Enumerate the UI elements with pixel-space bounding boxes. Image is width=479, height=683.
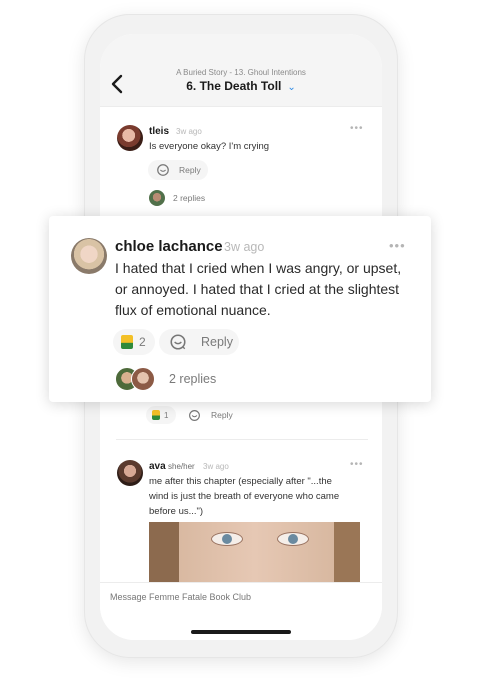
- page-title: 6. The Death Toll: [186, 79, 282, 93]
- featured-comment-card: chloe lachance 3w ago ••• I hated that I…: [49, 216, 431, 402]
- photo-hair: [149, 522, 179, 582]
- more-icon[interactable]: •••: [389, 238, 406, 253]
- comment-pronouns: she/her: [168, 462, 195, 471]
- comment-time: 3w ago: [176, 127, 202, 136]
- view-replies-button[interactable]: 2 replies: [115, 366, 216, 392]
- comment-username[interactable]: tleis: [149, 126, 169, 137]
- reply-button[interactable]: Reply: [188, 406, 233, 424]
- reply-icon: [189, 409, 200, 421]
- comment-text-line: flux of emotional nuance.: [115, 302, 271, 318]
- photo-iris: [288, 534, 298, 544]
- reaction-count: 2: [139, 335, 146, 349]
- reply-avatar: [131, 367, 155, 391]
- reply-icon: [157, 164, 169, 176]
- avatar[interactable]: [71, 238, 107, 274]
- comment-text-line: wind is just the breath of everyone who …: [149, 491, 340, 502]
- comment-text-line: or annoyed. I hated that I cried at the …: [115, 281, 400, 297]
- comment-text-line: before us..."): [149, 506, 204, 517]
- replies-count: 2 replies: [173, 193, 206, 203]
- photo-eye: [277, 532, 309, 546]
- reply-avatar: [149, 190, 165, 206]
- reply-icon: [170, 334, 186, 350]
- reaction-count: 1: [164, 410, 169, 420]
- comment-time: 3w ago: [203, 462, 229, 471]
- more-icon[interactable]: •••: [350, 123, 364, 134]
- top-bar: A Buried Story - 13. Ghoul Intentions 6.…: [100, 34, 382, 107]
- comment-time: 3w ago: [224, 240, 265, 254]
- comment-text-line: I hated that I cried when I was angry, o…: [115, 260, 402, 276]
- reply-button[interactable]: Reply: [148, 160, 208, 180]
- photo-hair: [334, 522, 360, 582]
- dropdown-chevron-icon: ⌄: [287, 82, 296, 93]
- comment-username[interactable]: chloe lachance: [115, 238, 223, 255]
- home-indicator: [191, 630, 291, 634]
- part-title-dropdown[interactable]: 6. The Death Toll ⌄: [100, 79, 382, 93]
- comment-text-line: me after this chapter (especially after …: [149, 476, 332, 487]
- avatar[interactable]: [117, 125, 143, 151]
- clap-icon: [152, 410, 160, 420]
- replies-count: 2 replies: [169, 372, 217, 386]
- more-icon[interactable]: •••: [350, 459, 364, 470]
- comment-text: Is everyone okay? I'm crying: [149, 141, 270, 152]
- reply-label: Reply: [211, 410, 233, 420]
- divider: [116, 439, 368, 440]
- attached-photo[interactable]: [149, 522, 360, 582]
- reply-button[interactable]: Reply: [159, 329, 239, 355]
- clap-reaction-button[interactable]: 1: [146, 406, 176, 424]
- clap-reaction-button[interactable]: 2: [113, 329, 155, 355]
- reply-label: Reply: [201, 335, 233, 349]
- avatar[interactable]: [117, 460, 143, 486]
- clap-icon: [121, 335, 133, 349]
- breadcrumb[interactable]: A Buried Story - 13. Ghoul Intentions: [100, 68, 382, 77]
- message-input[interactable]: [108, 591, 372, 603]
- photo-eye: [211, 532, 243, 546]
- reply-label: Reply: [179, 165, 201, 175]
- photo-iris: [222, 534, 232, 544]
- comment-username[interactable]: ava: [149, 461, 166, 472]
- view-replies-button[interactable]: 2 replies: [149, 189, 205, 207]
